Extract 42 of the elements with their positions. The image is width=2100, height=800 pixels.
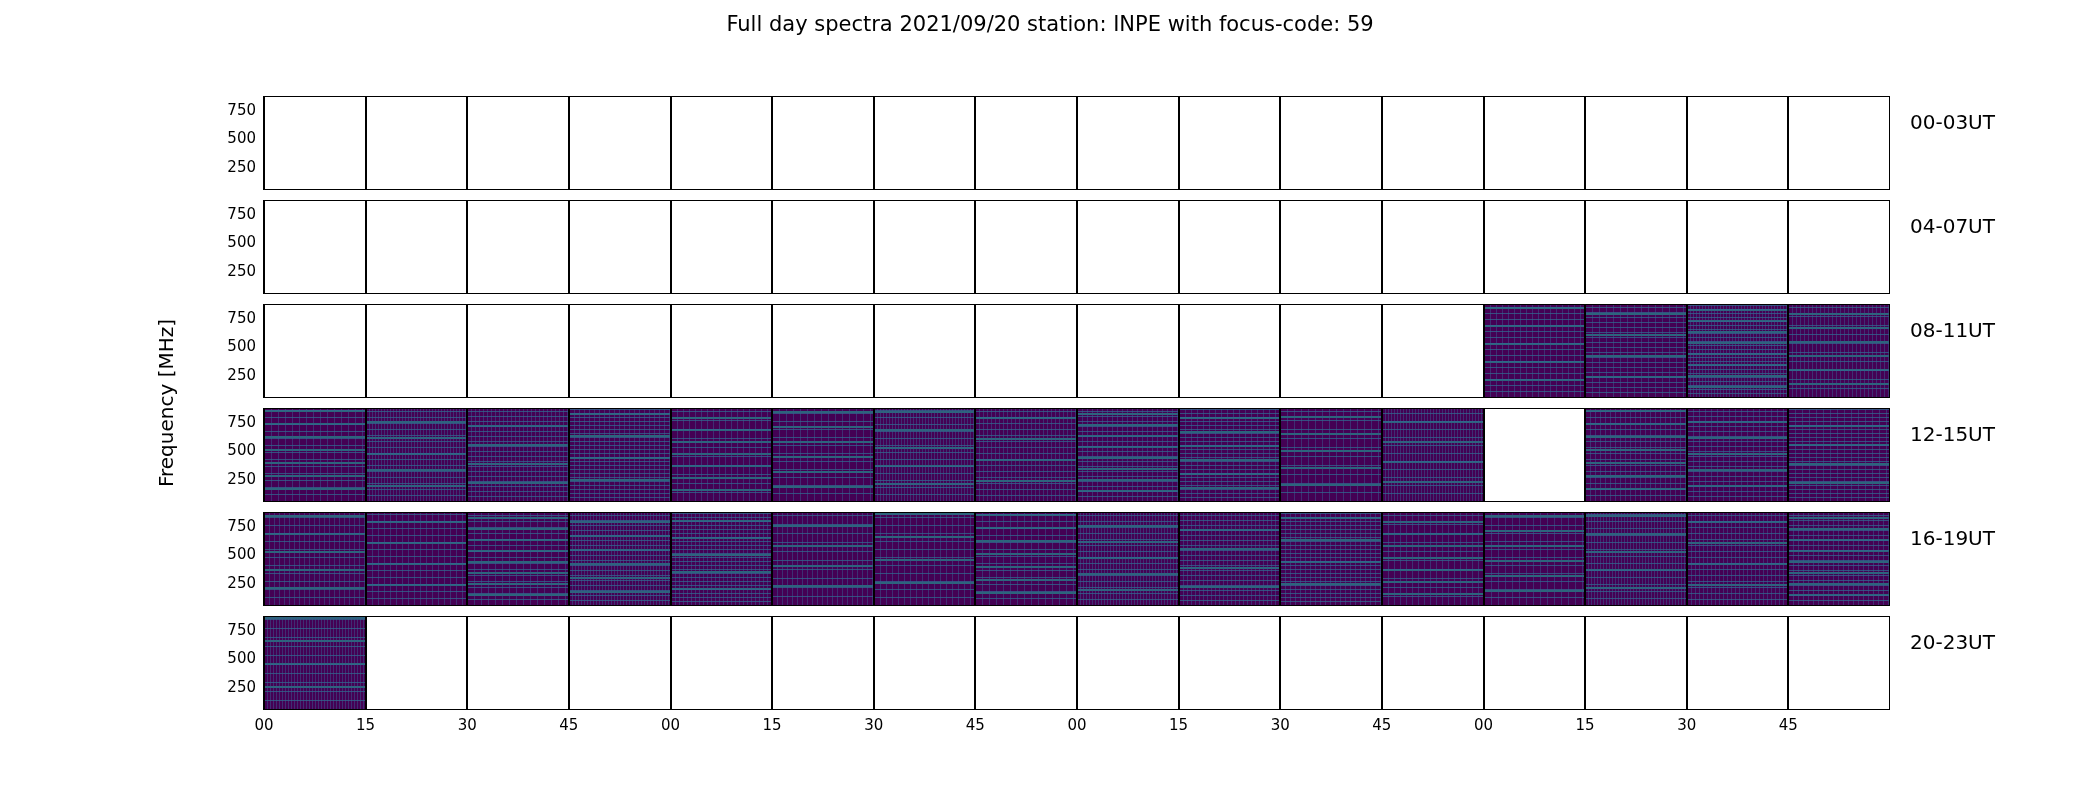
y-tick-label: 500: [227, 129, 256, 148]
row-label: 00-03UT: [1909, 109, 1995, 136]
row-label: 20-23UT: [1909, 629, 1995, 656]
x-tick-label: 15: [356, 716, 376, 734]
y-tick-label: 250: [227, 470, 256, 489]
x-tick-label: 45: [1778, 716, 1798, 734]
y-tick-label: 750: [227, 101, 256, 120]
x-tick-label: 00: [1473, 716, 1494, 734]
y-tick-label: 250: [227, 574, 256, 593]
x-tick-label: 30: [1270, 716, 1290, 734]
y-tick-label: 750: [227, 309, 256, 328]
y-tick-label: 750: [227, 517, 256, 536]
x-tick-label: 45: [965, 716, 985, 734]
y-tick-label: 750: [227, 621, 256, 640]
x-tick-label: 00: [660, 716, 681, 734]
y-tick-label: 500: [227, 545, 256, 564]
row-label: 04-07UT: [1909, 213, 1995, 240]
x-tick-label: 30: [864, 716, 884, 734]
y-tick-label: 500: [227, 441, 256, 460]
row-label: 08-11UT: [1909, 317, 1995, 344]
x-tick-label: 15: [762, 716, 782, 734]
x-tick-label: 00: [1067, 716, 1087, 734]
x-tick-label: 15: [1169, 716, 1189, 734]
y-tick-label: 250: [227, 366, 256, 385]
x-tick-label: 30: [457, 716, 477, 734]
y-tick-label: 500: [227, 649, 256, 668]
y-tick-label: 750: [227, 413, 256, 432]
x-tick-label: 30: [1677, 716, 1697, 734]
y-axis-label: Frequency [MHz]: [153, 318, 178, 488]
x-tick-label: 45: [559, 716, 579, 734]
y-tick-label: 750: [227, 205, 256, 224]
y-tick-label: 250: [227, 678, 256, 697]
x-tick-label: 15: [1575, 716, 1595, 734]
row-label: 16-19UT: [1909, 525, 1995, 552]
x-tick-label: 45: [1372, 716, 1392, 734]
x-tick-label: 00: [254, 716, 274, 734]
y-tick-label: 500: [227, 233, 256, 252]
row-label: 12-15UT: [1909, 421, 1995, 448]
y-tick-label: 500: [227, 337, 256, 356]
y-tick-label: 250: [227, 262, 256, 281]
y-tick-label: 250: [227, 158, 256, 177]
figure-title: Full day spectra 2021/09/20 station: INPE with focus-code: 59: [726, 11, 1374, 38]
